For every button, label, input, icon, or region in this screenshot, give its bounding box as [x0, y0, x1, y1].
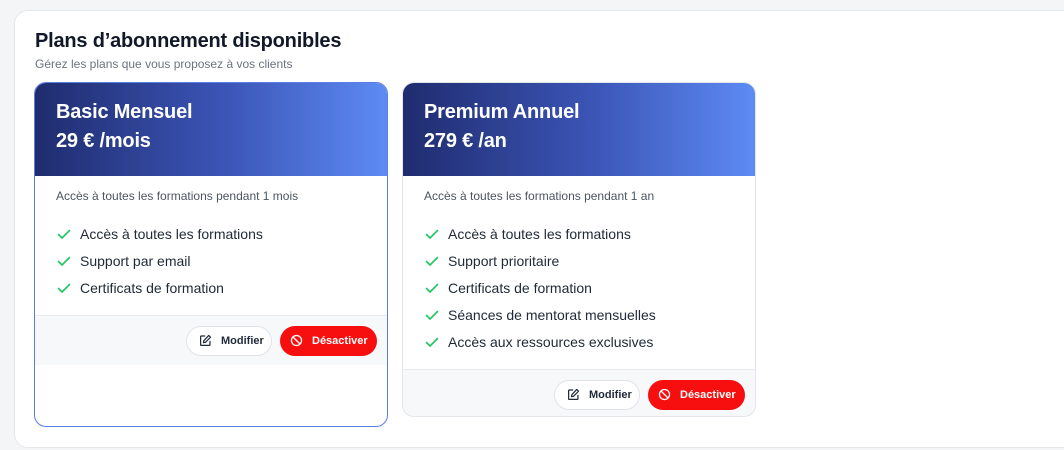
edit-button[interactable]: Modifier: [554, 379, 640, 410]
plan-actions: Modifier Désactiver: [35, 315, 387, 365]
feature-item: Accès à toutes les formations: [56, 220, 366, 247]
plan-name: Basic Mensuel: [56, 101, 193, 123]
feature-label: Séances de mentorat mensuelles: [448, 306, 656, 323]
check-icon: [425, 310, 439, 320]
plan-actions: Modifier Désactiver: [403, 369, 755, 416]
feature-list: Accès à toutes les formations Support pa…: [56, 220, 366, 301]
plan-name: Premium Annuel: [424, 101, 580, 123]
deactivate-label: Désactiver: [312, 334, 368, 347]
feature-item: Accès aux ressources exclusives: [424, 328, 734, 355]
feature-item: Certificats de formation: [424, 274, 734, 301]
ban-icon: [658, 388, 671, 401]
feature-item: Support prioritaire: [424, 247, 734, 274]
deactivate-label: Désactiver: [680, 388, 736, 401]
plan-header: Basic Mensuel 29 € /mois: [35, 83, 387, 176]
edit-icon: [200, 334, 212, 346]
check-icon: [57, 256, 71, 266]
edit-button[interactable]: Modifier: [186, 325, 272, 356]
feature-item: Certificats de formation: [56, 274, 366, 301]
feature-item: Support par email: [56, 247, 366, 274]
plan-description: Accès à toutes les formations pendant 1 …: [424, 189, 655, 203]
feature-label: Accès à toutes les formations: [448, 225, 631, 242]
deactivate-button[interactable]: Désactiver: [280, 325, 377, 356]
feature-item: Accès à toutes les formations: [424, 220, 734, 247]
feature-label: Support par email: [80, 252, 191, 269]
plan-price: 29 € /mois: [56, 130, 151, 152]
plan-description: Accès à toutes les formations pendant 1 …: [56, 189, 299, 203]
plan-price: 279 € /an: [424, 130, 507, 152]
edit-icon: [568, 388, 580, 400]
check-icon: [57, 229, 71, 239]
check-icon: [57, 283, 71, 293]
plan-card-basic[interactable]: Basic Mensuel 29 € /mois Accès à toutes …: [34, 82, 388, 427]
section-subtitle: Gérez les plans que vous proposez à vos …: [35, 57, 293, 71]
check-icon: [425, 229, 439, 239]
feature-list: Accès à toutes les formations Support pr…: [424, 220, 734, 355]
feature-label: Certificats de formation: [448, 279, 592, 296]
check-icon: [425, 256, 439, 266]
feature-label: Accès à toutes les formations: [80, 225, 263, 242]
deactivate-button[interactable]: Désactiver: [648, 379, 745, 410]
feature-item: Séances de mentorat mensuelles: [424, 301, 734, 328]
feature-label: Accès aux ressources exclusives: [448, 333, 654, 350]
plan-header: Premium Annuel 279 € /an: [403, 83, 755, 176]
check-icon: [425, 337, 439, 347]
edit-label: Modifier: [221, 334, 264, 347]
edit-label: Modifier: [589, 388, 632, 401]
check-icon: [425, 283, 439, 293]
section-title: Plans d’abonnement disponibles: [35, 30, 342, 52]
feature-label: Support prioritaire: [448, 252, 560, 269]
ban-icon: [290, 334, 303, 347]
plan-card-premium[interactable]: Premium Annuel 279 € /an Accès à toutes …: [402, 82, 756, 417]
feature-label: Certificats de formation: [80, 279, 224, 296]
